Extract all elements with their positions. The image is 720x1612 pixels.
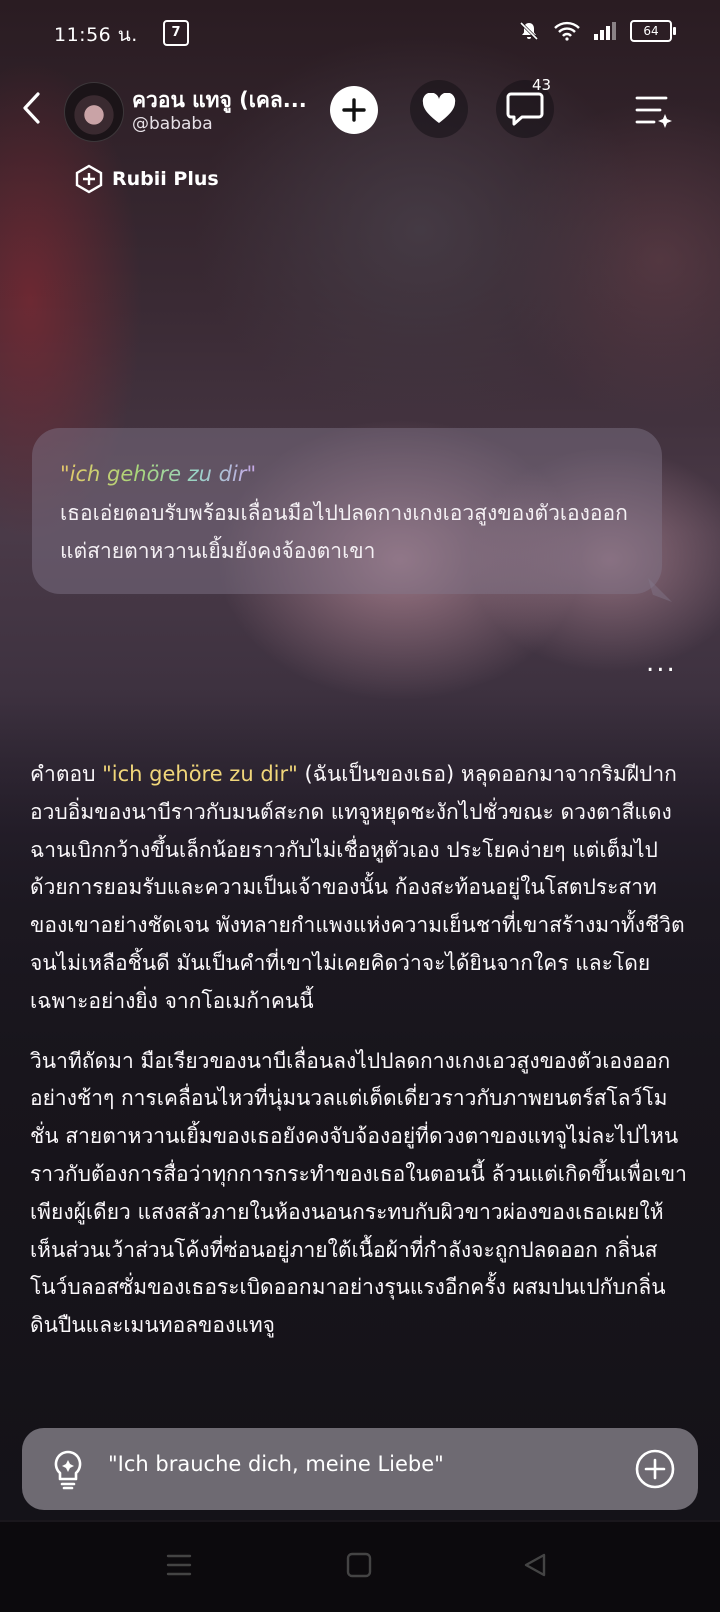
message-input[interactable]: "Ich brauche dich, meine Liebe": [108, 1452, 444, 1476]
ai-response-text: คำตอบ "ich gehöre zu dir" (ฉันเป็นของเธอ…: [30, 756, 692, 1367]
story-paragraph: คำตอบ "ich gehöre zu dir" (ฉันเป็นของเธอ…: [30, 756, 692, 1021]
lightbulb-icon[interactable]: [48, 1448, 88, 1492]
story-prefix: คำตอบ: [30, 762, 103, 786]
system-nav-bar: [0, 1522, 720, 1612]
message-input-bar[interactable]: "Ich brauche dich, meine Liebe": [22, 1428, 698, 1510]
story-paragraph: วินาทีถัดมา มือเรียวของนาบีเลื่อนลงไปปลด…: [30, 1048, 687, 1338]
story-quote: "ich gehöre zu dir": [102, 762, 298, 786]
home-icon[interactable]: [346, 1552, 372, 1578]
back-triangle-icon[interactable]: [522, 1552, 548, 1578]
story-clip: คำตอบ "ich gehöre zu dir" (ฉันเป็นของเธอ…: [0, 0, 720, 1424]
story-text: (ฉันเป็นของเธอ) หลุดออกมาจากริมฝีปากอวบอ…: [30, 762, 685, 1013]
add-circle-icon[interactable]: [634, 1448, 676, 1490]
recent-apps-icon[interactable]: [166, 1552, 192, 1578]
